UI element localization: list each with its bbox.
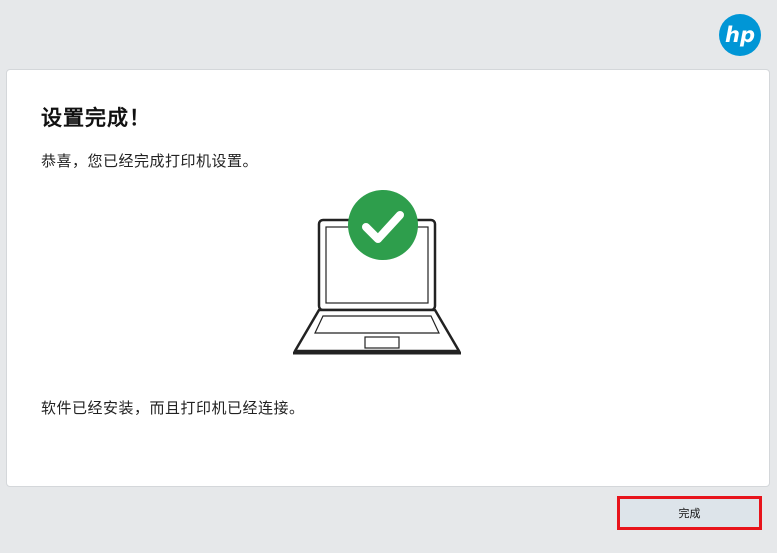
status-text: 软件已经安装，而且打印机已经连接。 bbox=[41, 399, 305, 417]
subtitle-text: 恭喜，您已经完成打印机设置。 bbox=[41, 152, 259, 170]
hp-logo-icon: hp bbox=[718, 13, 762, 57]
svg-text:hp: hp bbox=[725, 23, 755, 47]
finish-button[interactable]: 完成 bbox=[617, 496, 762, 530]
page-title: 设置完成！ bbox=[41, 105, 151, 130]
setup-complete-panel: 设置完成！ 恭喜，您已经完成打印机设置。 软件已经安装，而且打印机已经连接。 bbox=[6, 69, 770, 487]
laptop-check-icon bbox=[289, 188, 461, 358]
